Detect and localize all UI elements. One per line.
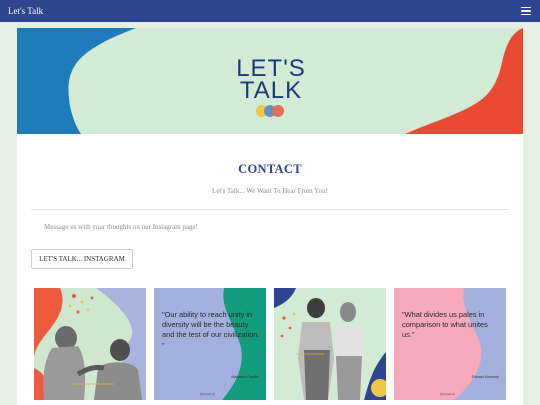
menu-bar <box>521 13 531 15</box>
page-subtitle: Let's Talk... We Want To Hear From You! <box>212 187 328 195</box>
menu-bar <box>521 7 531 9</box>
quote-author: Mahatma Gandhi <box>231 375 259 379</box>
red-dot <box>272 105 284 117</box>
hero-banner: LET'S TALK <box>17 28 523 134</box>
quote-text: "What divides us pales in comparison to … <box>402 310 488 340</box>
contact-card: LET'S TALK CONTACT Let's Talk... We Want… <box>17 28 523 405</box>
top-navbar: Let's Talk <box>0 0 540 22</box>
instagram-post-quote-2[interactable]: "What divides us pales in comparison to … <box>394 288 506 400</box>
instagram-feed: "Our ability to reach unity in diversity… <box>17 288 523 405</box>
quote-text: "Our ability to reach unity in diversity… <box>162 310 260 350</box>
instagram-post-photo-1[interactable] <box>34 288 146 400</box>
quote-background-shapes <box>394 288 506 400</box>
instagram-handle: @letstalk.dei <box>440 393 455 396</box>
logo-dots-icon <box>256 105 286 117</box>
quote-author: Edward Kennedy <box>471 375 499 379</box>
logo-line-2: TALK <box>239 77 303 104</box>
instagram-message: Message us with your thoughts on our Ins… <box>44 223 198 231</box>
instagram-post-quote-1[interactable]: "Our ability to reach unity in diversity… <box>154 288 266 400</box>
photo-two-women-standing-icon <box>274 288 386 400</box>
brand-link[interactable]: Let's Talk <box>8 6 43 16</box>
page-title: CONTACT <box>238 162 302 176</box>
menu-bar <box>521 10 531 12</box>
hamburger-menu-icon[interactable] <box>521 7 531 15</box>
lets-talk-logo: LET'S TALK <box>231 57 311 117</box>
instagram-handle: @letstalk.dei <box>200 393 215 396</box>
instagram-post-photo-2[interactable] <box>274 288 386 400</box>
photo-two-people-laughing-icon <box>34 288 146 400</box>
instagram-button[interactable]: LET'S TALK... INSTAGRAM <box>31 249 133 269</box>
section-divider <box>31 209 509 210</box>
